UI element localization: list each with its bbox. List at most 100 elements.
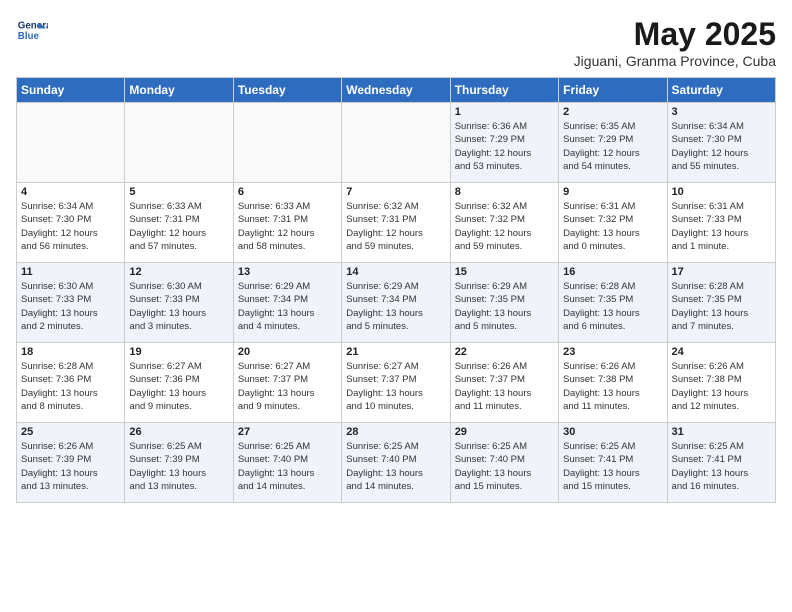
day-detail: Sunrise: 6:35 AM Sunset: 7:29 PM Dayligh… (563, 120, 662, 173)
day-number: 16 (563, 266, 662, 278)
day-cell: 23 Sunrise: 6:26 AM Sunset: 7:38 PM Dayli… (559, 343, 667, 423)
day-number: 12 (129, 266, 228, 278)
col-header-saturday: Saturday (667, 78, 775, 103)
col-header-friday: Friday (559, 78, 667, 103)
week-row-1: 1 Sunrise: 6:36 AM Sunset: 7:29 PM Daylig… (17, 103, 776, 183)
day-cell: 16 Sunrise: 6:28 AM Sunset: 7:35 PM Dayli… (559, 263, 667, 343)
day-number: 9 (563, 186, 662, 198)
day-detail: Sunrise: 6:25 AM Sunset: 7:39 PM Dayligh… (129, 440, 228, 493)
col-header-wednesday: Wednesday (342, 78, 450, 103)
logo-icon: General Blue (16, 16, 48, 48)
day-cell: 18 Sunrise: 6:28 AM Sunset: 7:36 PM Dayli… (17, 343, 125, 423)
day-detail: Sunrise: 6:34 AM Sunset: 7:30 PM Dayligh… (672, 120, 771, 173)
day-cell: 21Sunrise: 6:27 AM Sunset: 7:37 PM Dayli… (342, 343, 450, 423)
day-detail: Sunrise: 6:25 AM Sunset: 7:40 PM Dayligh… (238, 440, 337, 493)
day-number: 13 (238, 266, 337, 278)
day-cell: 5Sunrise: 6:33 AM Sunset: 7:31 PM Daylig… (125, 183, 233, 263)
day-cell: 26 Sunrise: 6:25 AM Sunset: 7:39 PM Dayli… (125, 423, 233, 503)
day-number: 25 (21, 426, 120, 438)
day-detail: Sunrise: 6:36 AM Sunset: 7:29 PM Dayligh… (455, 120, 554, 173)
day-detail: Sunrise: 6:25 AM Sunset: 7:41 PM Dayligh… (672, 440, 771, 493)
day-detail: Sunrise: 6:25 AM Sunset: 7:40 PM Dayligh… (346, 440, 445, 493)
day-cell: 1 Sunrise: 6:36 AM Sunset: 7:29 PM Daylig… (450, 103, 558, 183)
week-row-2: 4 Sunrise: 6:34 AM Sunset: 7:30 PM Daylig… (17, 183, 776, 263)
day-cell (17, 103, 125, 183)
day-cell: 4 Sunrise: 6:34 AM Sunset: 7:30 PM Daylig… (17, 183, 125, 263)
day-number: 7 (346, 186, 445, 198)
day-detail: Sunrise: 6:29 AM Sunset: 7:35 PM Dayligh… (455, 280, 554, 333)
day-number: 29 (455, 426, 554, 438)
day-number: 8 (455, 186, 554, 198)
title-area: May 2025 Jiguani, Granma Province, Cuba (574, 16, 776, 69)
header: General Blue May 2025 Jiguani, Granma Pr… (16, 16, 776, 69)
col-header-tuesday: Tuesday (233, 78, 341, 103)
day-cell (125, 103, 233, 183)
day-number: 14 (346, 266, 445, 278)
day-detail: Sunrise: 6:32 AM Sunset: 7:31 PM Dayligh… (346, 200, 445, 253)
day-detail: Sunrise: 6:28 AM Sunset: 7:36 PM Dayligh… (21, 360, 120, 413)
day-number: 19 (129, 346, 228, 358)
day-cell: 10 Sunrise: 6:31 AM Sunset: 7:33 PM Dayli… (667, 183, 775, 263)
day-cell: 25 Sunrise: 6:26 AM Sunset: 7:39 PM Dayli… (17, 423, 125, 503)
day-cell: 17 Sunrise: 6:28 AM Sunset: 7:35 PM Dayli… (667, 263, 775, 343)
day-cell: 28 Sunrise: 6:25 AM Sunset: 7:40 PM Dayli… (342, 423, 450, 503)
day-number: 17 (672, 266, 771, 278)
day-detail: Sunrise: 6:27 AM Sunset: 7:36 PM Dayligh… (129, 360, 228, 413)
month-title: May 2025 (574, 16, 776, 53)
col-header-sunday: Sunday (17, 78, 125, 103)
day-detail: Sunrise: 6:31 AM Sunset: 7:33 PM Dayligh… (672, 200, 771, 253)
day-detail: Sunrise: 6:26 AM Sunset: 7:37 PM Dayligh… (455, 360, 554, 413)
day-cell: 15 Sunrise: 6:29 AM Sunset: 7:35 PM Dayli… (450, 263, 558, 343)
day-number: 4 (21, 186, 120, 198)
day-number: 23 (563, 346, 662, 358)
day-number: 30 (563, 426, 662, 438)
day-detail: Sunrise: 6:27 AM Sunset: 7:37 PM Dayligh… (346, 360, 445, 413)
day-detail: Sunrise: 6:29 AM Sunset: 7:34 PM Dayligh… (238, 280, 337, 333)
day-detail: Sunrise: 6:31 AM Sunset: 7:32 PM Dayligh… (563, 200, 662, 253)
day-detail: Sunrise: 6:26 AM Sunset: 7:38 PM Dayligh… (672, 360, 771, 413)
day-detail: Sunrise: 6:30 AM Sunset: 7:33 PM Dayligh… (21, 280, 120, 333)
col-header-thursday: Thursday (450, 78, 558, 103)
day-number: 22 (455, 346, 554, 358)
day-cell: 6Sunrise: 6:33 AM Sunset: 7:31 PM Daylig… (233, 183, 341, 263)
day-cell: 8 Sunrise: 6:32 AM Sunset: 7:32 PM Daylig… (450, 183, 558, 263)
day-detail: Sunrise: 6:30 AM Sunset: 7:33 PM Dayligh… (129, 280, 228, 333)
day-cell: 20Sunrise: 6:27 AM Sunset: 7:37 PM Dayli… (233, 343, 341, 423)
day-detail: Sunrise: 6:34 AM Sunset: 7:30 PM Dayligh… (21, 200, 120, 253)
day-cell (233, 103, 341, 183)
day-cell: 30 Sunrise: 6:25 AM Sunset: 7:41 PM Dayli… (559, 423, 667, 503)
week-row-4: 18 Sunrise: 6:28 AM Sunset: 7:36 PM Dayli… (17, 343, 776, 423)
day-detail: Sunrise: 6:28 AM Sunset: 7:35 PM Dayligh… (563, 280, 662, 333)
day-detail: Sunrise: 6:26 AM Sunset: 7:38 PM Dayligh… (563, 360, 662, 413)
day-detail: Sunrise: 6:32 AM Sunset: 7:32 PM Dayligh… (455, 200, 554, 253)
day-number: 27 (238, 426, 337, 438)
day-detail: Sunrise: 6:28 AM Sunset: 7:35 PM Dayligh… (672, 280, 771, 333)
week-row-3: 11Sunrise: 6:30 AM Sunset: 7:33 PM Dayli… (17, 263, 776, 343)
day-cell: 29 Sunrise: 6:25 AM Sunset: 7:40 PM Dayli… (450, 423, 558, 503)
svg-text:Blue: Blue (18, 31, 40, 42)
location-title: Jiguani, Granma Province, Cuba (574, 53, 776, 69)
day-cell: 22 Sunrise: 6:26 AM Sunset: 7:37 PM Dayli… (450, 343, 558, 423)
day-number: 3 (672, 106, 771, 118)
day-number: 28 (346, 426, 445, 438)
day-cell: 12 Sunrise: 6:30 AM Sunset: 7:33 PM Dayli… (125, 263, 233, 343)
day-cell: 31Sunrise: 6:25 AM Sunset: 7:41 PM Dayli… (667, 423, 775, 503)
day-detail: Sunrise: 6:26 AM Sunset: 7:39 PM Dayligh… (21, 440, 120, 493)
calendar-table: SundayMondayTuesdayWednesdayThursdayFrid… (16, 77, 776, 503)
day-cell: 11Sunrise: 6:30 AM Sunset: 7:33 PM Dayli… (17, 263, 125, 343)
week-row-5: 25 Sunrise: 6:26 AM Sunset: 7:39 PM Dayli… (17, 423, 776, 503)
day-number: 26 (129, 426, 228, 438)
day-cell (342, 103, 450, 183)
day-cell: 2Sunrise: 6:35 AM Sunset: 7:29 PM Daylig… (559, 103, 667, 183)
day-cell: 7 Sunrise: 6:32 AM Sunset: 7:31 PM Daylig… (342, 183, 450, 263)
day-number: 18 (21, 346, 120, 358)
day-number: 10 (672, 186, 771, 198)
day-detail: Sunrise: 6:25 AM Sunset: 7:41 PM Dayligh… (563, 440, 662, 493)
day-detail: Sunrise: 6:27 AM Sunset: 7:37 PM Dayligh… (238, 360, 337, 413)
svg-text:General: General (18, 20, 48, 31)
col-header-monday: Monday (125, 78, 233, 103)
day-detail: Sunrise: 6:25 AM Sunset: 7:40 PM Dayligh… (455, 440, 554, 493)
day-number: 1 (455, 106, 554, 118)
day-number: 6 (238, 186, 337, 198)
day-number: 15 (455, 266, 554, 278)
